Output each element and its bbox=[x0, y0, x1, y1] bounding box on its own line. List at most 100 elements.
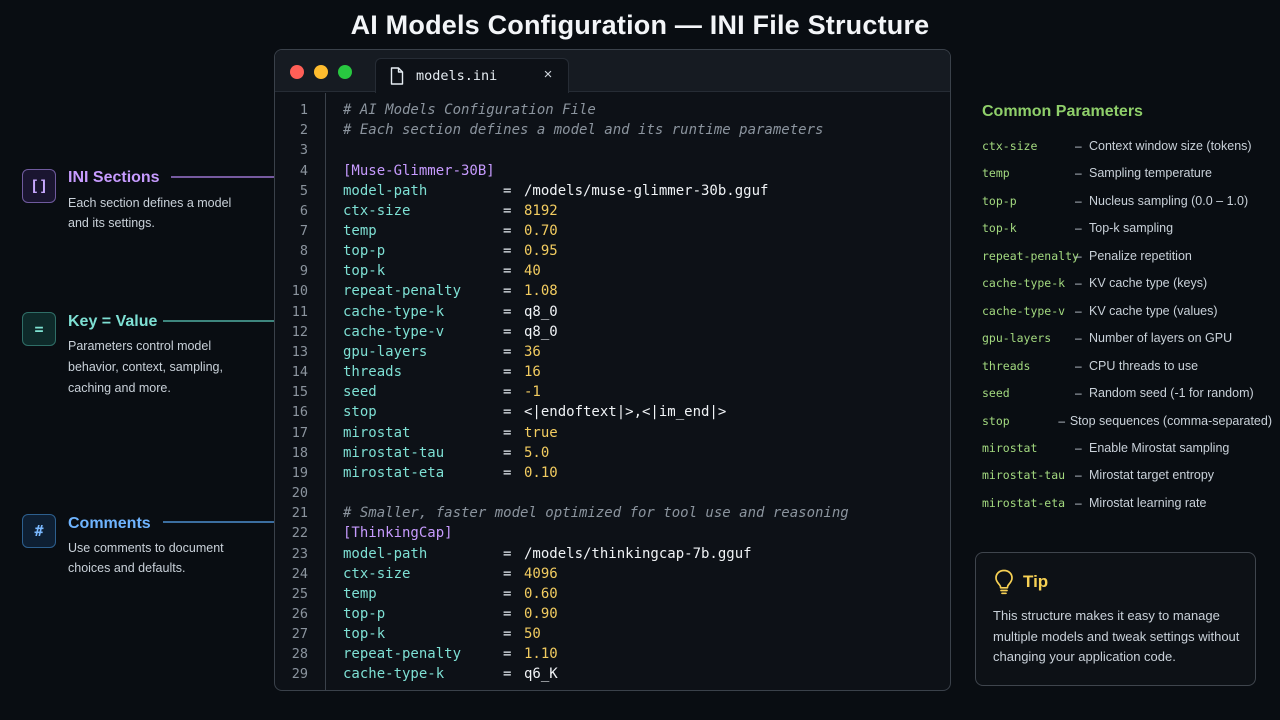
annotation-desc: Each section defines a model and its set… bbox=[68, 196, 232, 230]
tab-models-ini[interactable]: models.ini × bbox=[375, 58, 569, 93]
annotation-desc: Use comments to document choices and def… bbox=[68, 541, 224, 575]
code-line: 28 repeat-penalty = 1.10 bbox=[275, 644, 950, 664]
code-line: 2 # Each section defines a model and its … bbox=[275, 120, 950, 140]
line-number: 23 bbox=[291, 545, 308, 562]
param-dash: – bbox=[1075, 495, 1082, 510]
config-value: 40 bbox=[524, 263, 541, 280]
line-source: cache-type-v = q8_0 bbox=[343, 324, 558, 340]
config-value: q8_0 bbox=[524, 303, 558, 320]
line-number: 6 bbox=[299, 202, 308, 219]
equals-sign: = bbox=[503, 646, 512, 663]
code-line: 22 [ThinkingCap] bbox=[275, 523, 950, 543]
equals-sign: = bbox=[503, 565, 512, 582]
equals-sign: = bbox=[503, 626, 512, 643]
param-desc: Top-k sampling bbox=[1089, 221, 1174, 236]
brackets-icon: [] bbox=[22, 169, 56, 203]
param-desc: Random seed (-1 for random) bbox=[1089, 386, 1254, 401]
param-dash: – bbox=[1075, 331, 1082, 346]
equals-sign: = bbox=[503, 384, 512, 401]
config-key: model-path bbox=[343, 182, 428, 199]
line-source: ctx-size = 8192 bbox=[343, 203, 558, 219]
line-source: model-path = /models/thinkingcap-7b.gguf bbox=[343, 546, 752, 562]
param-row: ctx-size – Context window size (tokens) bbox=[982, 136, 1272, 156]
code-line: 14 threads = 16 bbox=[275, 362, 950, 382]
equals-sign: = bbox=[503, 323, 512, 340]
line-source: top-p = 0.95 bbox=[343, 243, 558, 259]
tip-title: Tip bbox=[1023, 572, 1049, 591]
line-number: 16 bbox=[291, 404, 308, 421]
line-number: 27 bbox=[291, 626, 308, 643]
param-key: mirostat-tau bbox=[982, 468, 1066, 483]
code-line: 1 # AI Models Configuration File bbox=[275, 100, 950, 120]
line-number: 17 bbox=[291, 424, 308, 441]
page-title: AI Models Configuration — INI File Struc… bbox=[350, 10, 930, 40]
line-source: stop = <|endoftext|>,<|im_end|> bbox=[343, 404, 726, 420]
param-dash: – bbox=[1075, 440, 1082, 455]
minimize-window-button[interactable] bbox=[314, 65, 328, 79]
line-source: seed = -1 bbox=[343, 384, 541, 400]
config-key: temp bbox=[343, 585, 377, 602]
param-dash: – bbox=[1075, 303, 1082, 318]
param-dash: – bbox=[1075, 193, 1082, 208]
code-line: 21 # Smaller, faster model optimized for … bbox=[275, 503, 950, 523]
param-desc: Stop sequences (comma-separated) bbox=[1069, 413, 1272, 428]
config-value: 0.60 bbox=[524, 585, 558, 602]
code-area[interactable]: 1 # AI Models Configuration File 2 # Each s… bbox=[275, 100, 950, 685]
param-key: threads bbox=[982, 358, 1031, 373]
param-row: mirostat-eta – Mirostat learning rate bbox=[982, 493, 1272, 513]
close-window-button[interactable] bbox=[290, 65, 304, 79]
equals-sign: = bbox=[503, 243, 512, 260]
editor-titlebar: models.ini × bbox=[275, 50, 950, 93]
param-key: ctx-size bbox=[982, 139, 1038, 153]
code-line: 4 [Muse-Glimmer-30B] bbox=[275, 160, 950, 180]
line-source: temp = 0.70 bbox=[343, 223, 558, 239]
line-source: ctx-size = 4096 bbox=[343, 566, 558, 582]
line-number: 29 bbox=[291, 666, 308, 683]
param-desc: Number of layers on GPU bbox=[1089, 331, 1233, 346]
param-row: threads – CPU threads to use bbox=[982, 356, 1272, 376]
config-key: gpu-layers bbox=[343, 343, 428, 360]
param-row: cache-type-v – KV cache type (values) bbox=[982, 301, 1272, 321]
param-desc: Penalize repetition bbox=[1089, 248, 1192, 263]
close-tab-icon[interactable]: × bbox=[540, 66, 556, 84]
equals-sign: = bbox=[503, 545, 512, 562]
param-row: cache-type-k – KV cache type (keys) bbox=[982, 273, 1272, 293]
config-key: top-p bbox=[343, 605, 386, 622]
equals-sign: = bbox=[503, 605, 512, 622]
line-number: 20 bbox=[291, 485, 308, 502]
config-value: 1.10 bbox=[524, 646, 558, 663]
equals-sign: = bbox=[503, 444, 512, 461]
param-row: seed – Random seed (-1 for random) bbox=[982, 383, 1272, 403]
line-number: 18 bbox=[291, 444, 308, 461]
line-number: 28 bbox=[291, 646, 308, 663]
equals-sign: = bbox=[503, 263, 512, 280]
config-value: <|endoftext|>,<|im_end|> bbox=[524, 404, 727, 421]
line-number: 19 bbox=[291, 464, 308, 481]
line-number: 21 bbox=[291, 505, 308, 522]
line-source: top-k = 40 bbox=[343, 263, 541, 279]
maximize-window-button[interactable] bbox=[338, 65, 352, 79]
equals-sign: = bbox=[503, 223, 512, 240]
param-key: top-k bbox=[982, 221, 1017, 236]
code-line: 25 temp = 0.60 bbox=[275, 584, 950, 604]
param-desc: Mirostat learning rate bbox=[1089, 495, 1207, 510]
config-key: ctx-size bbox=[343, 565, 411, 582]
config-key: stop bbox=[343, 404, 377, 421]
config-value: q6_K bbox=[524, 666, 558, 683]
config-value: 5.0 bbox=[524, 444, 550, 461]
param-dash: – bbox=[1075, 139, 1082, 153]
line-number: 9 bbox=[299, 263, 308, 280]
param-dash: – bbox=[1075, 166, 1082, 181]
code-line: 29 cache-type-k = q6_K bbox=[275, 664, 950, 684]
config-key: cache-type-k bbox=[343, 303, 445, 320]
editor-window: models.ini × 1 # AI Models Configuration … bbox=[274, 49, 951, 691]
param-key: cache-type-k bbox=[982, 276, 1066, 291]
line-source: top-p = 0.90 bbox=[343, 606, 558, 622]
config-key: top-p bbox=[343, 243, 386, 260]
param-key: repeat-penalty bbox=[982, 248, 1079, 263]
config-value: 50 bbox=[524, 626, 541, 643]
line-source: [ThinkingCap] bbox=[343, 525, 453, 541]
config-value: 0.10 bbox=[524, 464, 558, 481]
line-source: repeat-penalty = 1.08 bbox=[343, 283, 558, 299]
param-desc: KV cache type (keys) bbox=[1089, 276, 1208, 291]
